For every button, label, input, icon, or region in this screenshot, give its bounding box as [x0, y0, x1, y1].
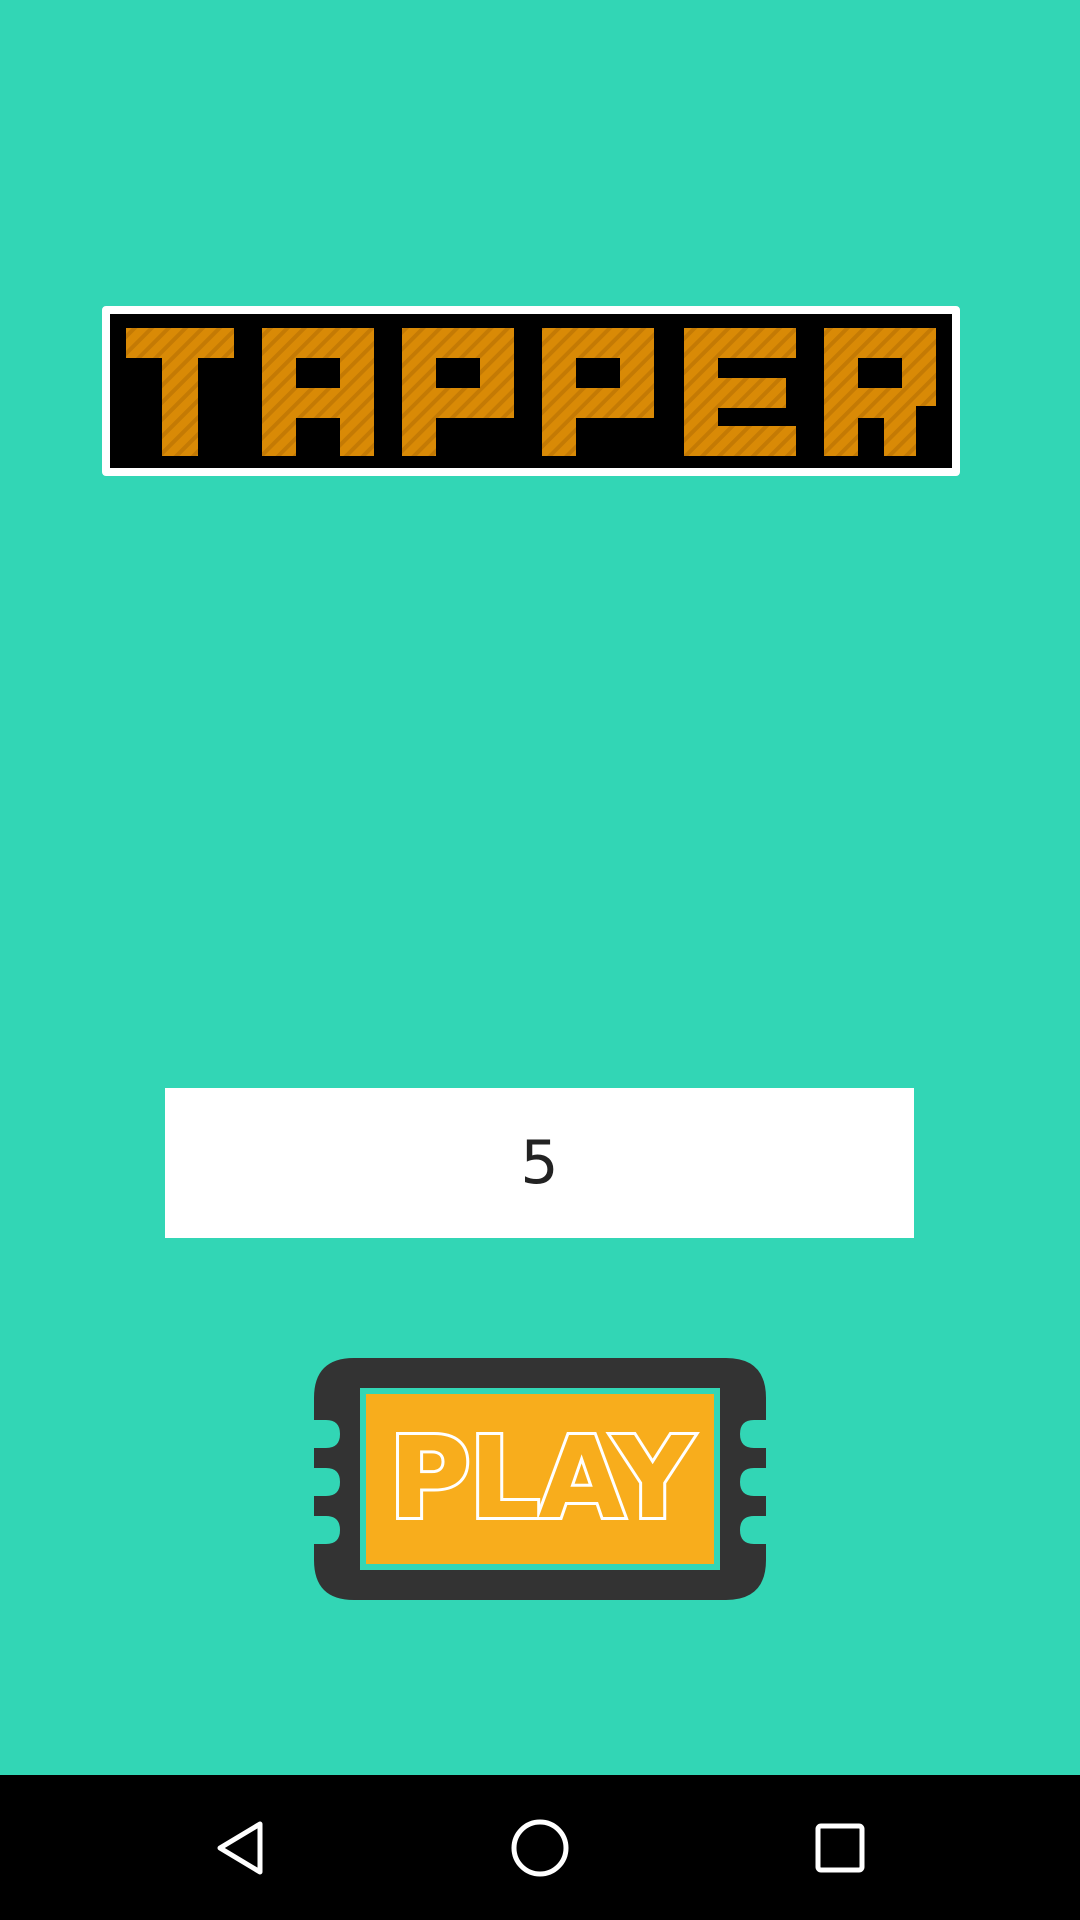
- nav-back-button[interactable]: [160, 1775, 320, 1920]
- navigation-bar: [0, 1775, 1080, 1920]
- nav-home-button[interactable]: [460, 1775, 620, 1920]
- nav-recents-button[interactable]: [760, 1775, 920, 1920]
- count-input[interactable]: [165, 1087, 914, 1239]
- back-icon: [217, 1821, 263, 1874]
- game-screen: PLAY: [0, 0, 1080, 1920]
- count-input-field[interactable]: [165, 1087, 914, 1239]
- recents-icon: [815, 1823, 865, 1872]
- tapper-logo: [96, 296, 966, 496]
- home-icon: [511, 1819, 569, 1876]
- play-button[interactable]: PLAY: [314, 1358, 766, 1600]
